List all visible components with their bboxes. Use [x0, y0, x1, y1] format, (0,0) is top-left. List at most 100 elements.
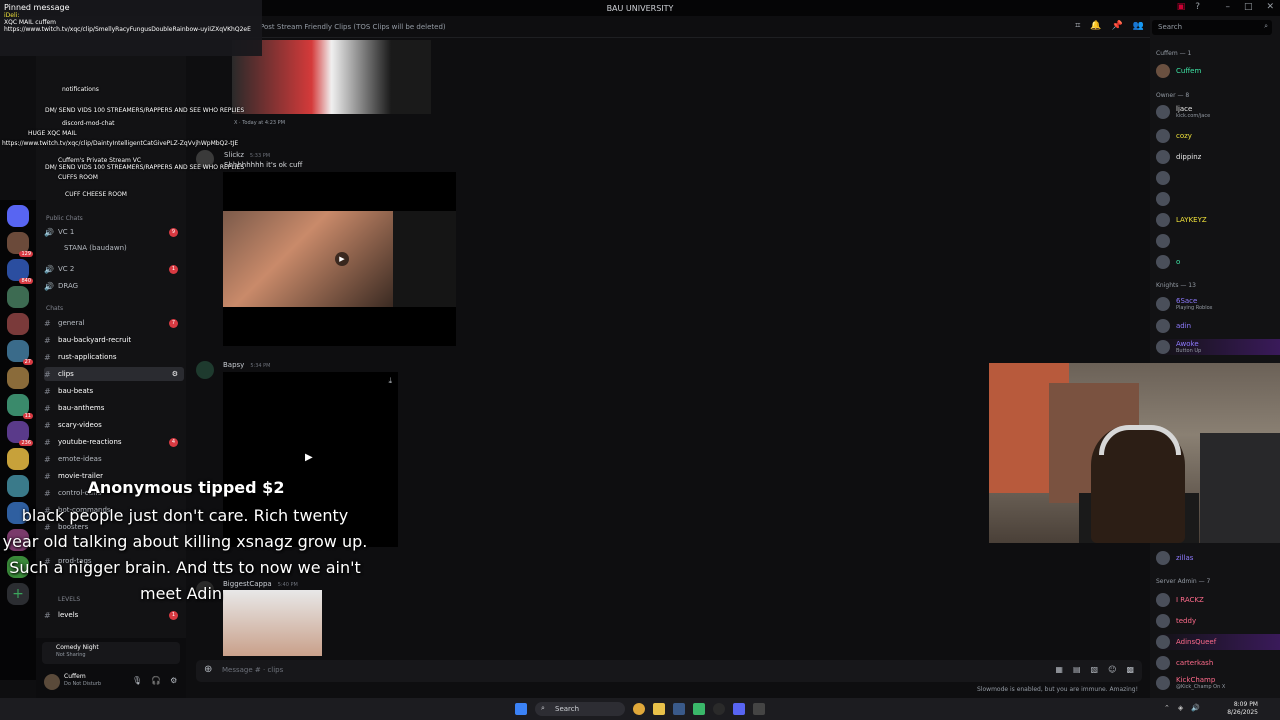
channel-youtube-reactions[interactable]: # youtube-reactions 4	[44, 435, 184, 449]
clock[interactable]: 8:09 PM 8/26/2025	[1227, 701, 1258, 717]
windows-start-icon[interactable]	[515, 703, 527, 715]
member-item[interactable]	[1156, 233, 1280, 249]
discord-icon[interactable]	[733, 703, 745, 715]
video-sidebar	[393, 211, 456, 307]
server-icon[interactable]	[7, 394, 33, 419]
bell-icon[interactable]: 🔔	[1090, 21, 1101, 31]
message-author[interactable]: BiggestCappa 5:40 PM	[223, 580, 298, 588]
minimize-button[interactable]: –	[1225, 2, 1230, 12]
voice-channel-vc1[interactable]: 🔊 VC 1 9	[44, 225, 184, 239]
threads-icon[interactable]: ⌗	[1075, 21, 1080, 31]
member-item[interactable]	[1156, 170, 1280, 186]
member-item[interactable]: I RACKZ	[1156, 592, 1280, 608]
sticker-icon[interactable]: ▧	[1091, 665, 1099, 674]
member-item[interactable]: dippinz	[1156, 149, 1280, 165]
avatar[interactable]	[196, 361, 214, 379]
member-group-title: Knights — 13	[1156, 282, 1196, 289]
add-attachment-icon[interactable]: ⊕	[204, 664, 212, 675]
member-item[interactable]: cozy	[1156, 128, 1280, 144]
voice-channel-drag[interactable]: 🔊 DRAG	[44, 279, 184, 293]
app-icon[interactable]	[753, 703, 765, 715]
obs-icon[interactable]	[713, 703, 725, 715]
attachment-image[interactable]	[223, 590, 322, 656]
server-icon[interactable]	[7, 232, 33, 257]
member-item[interactable]: KickChamp @Kick_Champ On X	[1156, 675, 1280, 691]
app-icon[interactable]	[693, 703, 705, 715]
voice-channel-vc2[interactable]: 🔊 VC 2 1	[44, 262, 184, 276]
members-icon[interactable]: 👥	[1133, 21, 1144, 31]
member-item[interactable]: Cuffem	[1156, 63, 1280, 79]
user-name[interactable]: Cuffem	[64, 673, 86, 680]
channel-rust-applications[interactable]: # rust-applications	[44, 350, 184, 364]
chevron-up-icon[interactable]: ⌃	[1164, 704, 1170, 712]
close-button[interactable]: ✕	[1266, 2, 1274, 12]
emoji-icon[interactable]: ☺	[1108, 665, 1116, 674]
network-icon[interactable]: ◈	[1178, 704, 1183, 712]
volume-icon[interactable]: 🔊	[1191, 704, 1200, 712]
message-input[interactable]: ⊕ Message # · clips ▦ ▤ ▧ ☺ ▩	[196, 660, 1142, 682]
member-item[interactable]: AdinsQueef	[1156, 634, 1280, 650]
download-icon[interactable]: ⤓	[388, 376, 392, 386]
server-icon[interactable]	[7, 475, 29, 497]
member-item[interactable]: teddy	[1156, 613, 1280, 629]
message-author[interactable]: Slickz 5:33 PM	[224, 151, 270, 159]
help-icon[interactable]: ?	[1195, 2, 1200, 12]
avatar[interactable]	[44, 674, 60, 690]
play-icon[interactable]: ▶	[305, 452, 313, 463]
server-icon[interactable]	[7, 448, 29, 470]
server-icon[interactable]	[7, 367, 29, 389]
gif-icon[interactable]: ▤	[1073, 665, 1081, 674]
stream-status[interactable]: Comedy Night Not Sharing	[42, 642, 180, 664]
channel-bau-beats[interactable]: # bau-beats	[44, 384, 184, 398]
member-item[interactable]	[1156, 191, 1280, 207]
channel-bau-backyard-recruit[interactable]: # bau-backyard-recruit	[44, 333, 184, 347]
voice-user[interactable]: STANA (baudawn)	[64, 241, 184, 255]
settings-icon[interactable]: ⚙	[172, 370, 178, 378]
search-icon: ⌕	[541, 704, 545, 712]
member-item[interactable]: zillas	[1156, 550, 1280, 566]
add-server-icon[interactable]: +	[7, 583, 29, 605]
file-explorer-icon[interactable]	[653, 703, 665, 715]
member-item[interactable]: Awoke Button Up	[1156, 339, 1280, 355]
member-item[interactable]: ljace kick.com/jace	[1156, 104, 1280, 120]
category-public-chats[interactable]: Public Chats	[46, 215, 83, 222]
apps-icon[interactable]: ▩	[1126, 665, 1134, 674]
member-item[interactable]: LAYKEYZ	[1156, 212, 1280, 228]
headphones-icon[interactable]: 🎧	[151, 676, 161, 685]
server-icon[interactable]	[7, 421, 33, 446]
server-icon[interactable]	[7, 205, 29, 227]
member-item[interactable]: carterkash	[1156, 655, 1280, 671]
steam-icon[interactable]	[673, 703, 685, 715]
message-author[interactable]: Bapsy 5:34 PM	[223, 361, 270, 369]
channel-emote-ideas[interactable]: # emote-ideas	[44, 452, 184, 466]
member-item[interactable]: o	[1156, 254, 1280, 270]
server-icon[interactable]	[7, 259, 33, 284]
category-chats[interactable]: Chats	[46, 305, 63, 312]
channel-bau-anthems[interactable]: # bau-anthems	[44, 401, 184, 415]
pin-icon[interactable]: 📌	[1112, 21, 1123, 31]
inbox-icon[interactable]: ▣	[1177, 2, 1186, 12]
server-icon[interactable]	[7, 286, 29, 308]
play-icon[interactable]: ▶	[335, 252, 349, 266]
server-icon[interactable]	[7, 313, 29, 335]
chrome-icon[interactable]	[633, 703, 645, 715]
search-input[interactable]: Search ⌕	[1152, 20, 1272, 35]
category-levels[interactable]: LEVELS	[58, 596, 80, 603]
channel-clips[interactable]: # clips ⚙	[44, 367, 184, 381]
taskbar-search[interactable]: ⌕ Search	[535, 702, 625, 716]
maximize-button[interactable]: □	[1244, 2, 1253, 12]
member-item[interactable]: 6Sace Playing Roblox	[1156, 296, 1280, 312]
gear-icon[interactable]: ⚙	[170, 676, 177, 685]
headset	[1099, 425, 1181, 455]
pinned-link[interactable]: https://www.twitch.tv/xqc/clip/SmellyRac…	[4, 26, 258, 33]
channel-levels[interactable]: # levels 1	[44, 608, 184, 622]
channel-general[interactable]: # general 7	[44, 316, 184, 330]
member-name: KickChamp	[1176, 676, 1216, 684]
channel-scary-videos[interactable]: # scary-videos	[44, 418, 184, 432]
member-item[interactable]: adin	[1156, 318, 1280, 334]
member-name: adin	[1176, 322, 1192, 330]
gift-icon[interactable]: ▦	[1055, 665, 1063, 674]
video-embed[interactable]: ▶	[223, 172, 456, 346]
mic-icon[interactable]: 🎙	[132, 676, 142, 685]
server-icon[interactable]	[7, 340, 33, 365]
